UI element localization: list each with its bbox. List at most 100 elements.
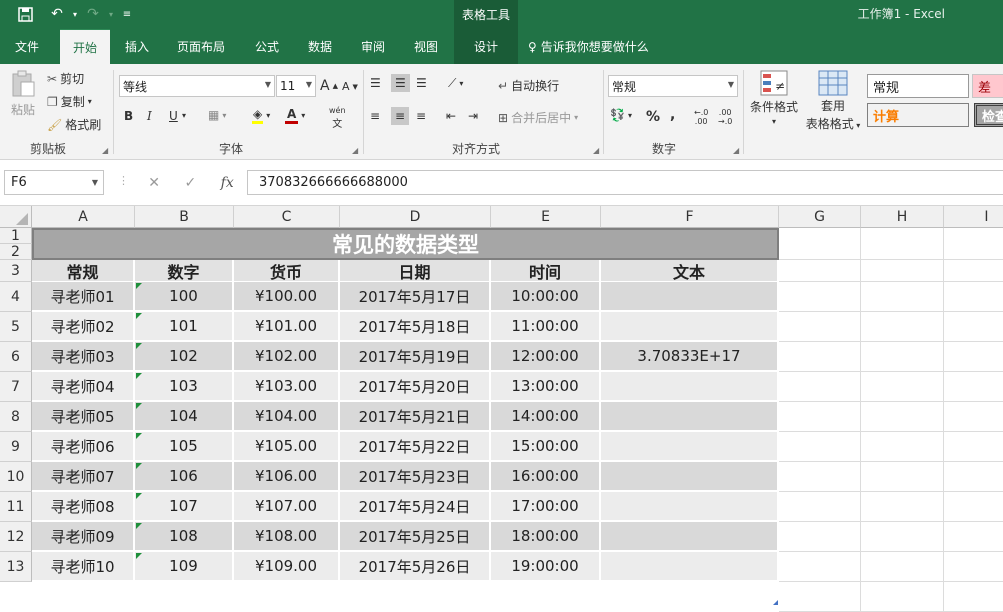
row-header-8[interactable]: 8 (0, 402, 32, 432)
fill-color-icon[interactable]: ◈ ▾ (252, 107, 270, 124)
table-cell[interactable]: 2017年5月19日 (340, 342, 491, 372)
column-header-G[interactable]: G (779, 206, 861, 228)
percent-style-icon[interactable]: % (646, 109, 660, 125)
style-calculation[interactable]: 计算 (867, 103, 969, 127)
error-indicator-icon[interactable] (136, 433, 142, 439)
column-header-C[interactable]: C (234, 206, 340, 228)
table-cell[interactable]: 寻老师05 (32, 402, 135, 432)
table-cell[interactable]: 寻老师02 (32, 312, 135, 342)
clipboard-launcher-icon[interactable]: ◢ (102, 146, 108, 155)
font-name-select[interactable]: 等线 ▼ (119, 75, 275, 97)
row-header-12[interactable]: 12 (0, 522, 32, 552)
table-cell[interactable]: 2017年5月18日 (340, 312, 491, 342)
underline-button[interactable]: U (169, 109, 178, 123)
table-cell[interactable]: ¥104.00 (234, 402, 340, 432)
comma-style-icon[interactable]: , (670, 107, 675, 123)
column-title-3[interactable]: 日期 (340, 260, 491, 282)
table-cell[interactable]: 17:00:00 (491, 492, 601, 522)
alignment-launcher-icon[interactable]: ◢ (593, 146, 599, 155)
table-cell[interactable]: 2017年5月22日 (340, 432, 491, 462)
table-cell[interactable]: 2017年5月26日 (340, 552, 491, 582)
error-indicator-icon[interactable] (136, 283, 142, 289)
style-normal[interactable]: 常规 (867, 74, 969, 98)
table-cell[interactable] (601, 312, 779, 342)
table-cell[interactable]: ¥102.00 (234, 342, 340, 372)
save-icon[interactable] (14, 4, 36, 24)
tab-design[interactable]: 设计 (454, 29, 518, 64)
align-bottom-icon[interactable]: ☰ (416, 76, 427, 90)
underline-dropdown-icon[interactable]: ▾ (182, 111, 186, 120)
table-cell[interactable]: 3.70833E+17 (601, 342, 779, 372)
table-cell[interactable]: 104 (135, 402, 234, 432)
table-cell[interactable]: 10:00:00 (491, 282, 601, 312)
table-cell[interactable] (601, 282, 779, 312)
shrink-font-icon[interactable]: A ▼ (342, 80, 358, 93)
error-indicator-icon[interactable] (136, 553, 142, 559)
enter-icon[interactable]: ✓ (184, 175, 196, 191)
row-header-7[interactable]: 7 (0, 372, 32, 402)
column-header-D[interactable]: D (340, 206, 491, 228)
column-header-I[interactable]: I (944, 206, 1003, 228)
table-cell[interactable]: 2017年5月23日 (340, 462, 491, 492)
row-header-2[interactable]: 2 (0, 244, 32, 260)
table-resize-handle-icon[interactable] (773, 600, 778, 605)
table-cell[interactable]: 寻老师03 (32, 342, 135, 372)
tab-home[interactable]: 开始 (60, 29, 110, 64)
table-cell[interactable]: ¥105.00 (234, 432, 340, 462)
borders-icon[interactable]: ▦ ▾ (208, 108, 226, 122)
table-cell[interactable]: ¥106.00 (234, 462, 340, 492)
table-cell[interactable]: 101 (135, 312, 234, 342)
table-cell[interactable]: 103 (135, 372, 234, 402)
table-cell[interactable]: ¥109.00 (234, 552, 340, 582)
table-cell[interactable]: 14:00:00 (491, 402, 601, 432)
name-box[interactable]: F6 ▼ (4, 170, 104, 195)
orientation-icon[interactable]: ⟋ ▾ (448, 76, 463, 91)
table-cell[interactable]: 102 (135, 342, 234, 372)
table-cell[interactable]: 寻老师07 (32, 462, 135, 492)
table-cell[interactable]: 109 (135, 552, 234, 582)
tab-formulas[interactable]: 公式 (244, 29, 290, 64)
table-cell[interactable]: 2017年5月17日 (340, 282, 491, 312)
table-cell[interactable]: 2017年5月24日 (340, 492, 491, 522)
column-title-0[interactable]: 常规 (32, 260, 135, 282)
table-cell[interactable] (601, 522, 779, 552)
decrease-indent-icon[interactable]: ⇤ (446, 109, 456, 123)
row-header-4[interactable]: 4 (0, 282, 32, 312)
format-as-table-button[interactable]: 套用 表格格式 ▾ (802, 70, 864, 132)
table-cell[interactable]: ¥107.00 (234, 492, 340, 522)
tab-view[interactable]: 视图 (403, 29, 449, 64)
error-indicator-icon[interactable] (136, 523, 142, 529)
table-cell[interactable]: 15:00:00 (491, 432, 601, 462)
copy-dropdown-icon[interactable]: ▾ (88, 97, 92, 106)
decrease-decimal-icon[interactable]: .00 →.0 (718, 108, 732, 126)
font-color-icon[interactable]: A ▾ (285, 107, 305, 124)
table-cell[interactable]: 寻老师01 (32, 282, 135, 312)
error-indicator-icon[interactable] (136, 493, 142, 499)
column-title-1[interactable]: 数字 (135, 260, 234, 282)
table-cell[interactable]: 2017年5月21日 (340, 402, 491, 432)
table-cell[interactable] (601, 492, 779, 522)
error-indicator-icon[interactable] (136, 463, 142, 469)
tab-review[interactable]: 审阅 (350, 29, 396, 64)
number-format-select[interactable]: 常规 ▼ (608, 75, 738, 97)
italic-button[interactable]: I (147, 109, 152, 123)
number-launcher-icon[interactable]: ◢ (733, 146, 739, 155)
bold-button[interactable]: B (124, 109, 133, 123)
table-cell[interactable]: ¥103.00 (234, 372, 340, 402)
row-header-10[interactable]: 10 (0, 462, 32, 492)
paste-button[interactable]: 粘贴 (8, 70, 38, 118)
table-cell[interactable]: 106 (135, 462, 234, 492)
font-launcher-icon[interactable]: ◢ (352, 146, 358, 155)
table-cell[interactable]: 寻老师09 (32, 522, 135, 552)
formula-input[interactable]: 370832666666688000 (247, 170, 1003, 195)
tab-page-layout[interactable]: 页面布局 (168, 29, 234, 64)
align-top-icon[interactable]: ☰ (370, 76, 381, 90)
column-header-E[interactable]: E (491, 206, 601, 228)
row-header-11[interactable]: 11 (0, 492, 32, 522)
accounting-format-icon[interactable]: 💱 ▾ (610, 108, 632, 122)
table-cell[interactable]: 19:00:00 (491, 552, 601, 582)
table-cell[interactable]: 11:00:00 (491, 312, 601, 342)
font-size-select[interactable]: 11 ▼ (276, 75, 316, 97)
align-left-icon[interactable]: ≡ (370, 109, 380, 123)
column-title-4[interactable]: 时间 (491, 260, 601, 282)
